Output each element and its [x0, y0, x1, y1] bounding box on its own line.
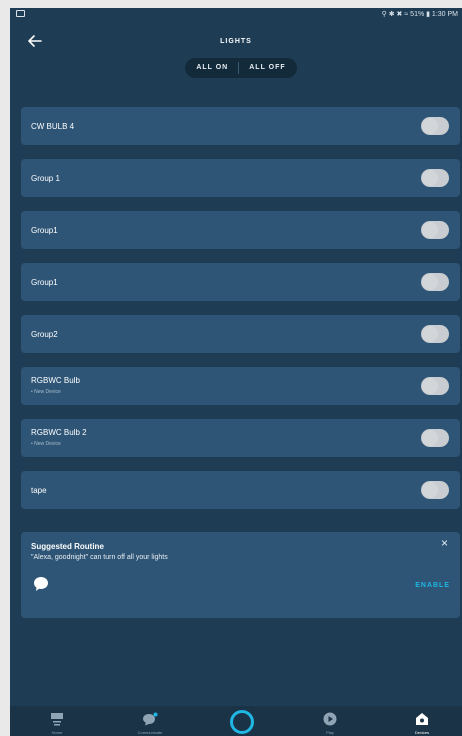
chat-bubble-icon [143, 712, 158, 726]
page-title: LIGHTS [220, 38, 252, 45]
power-toggle[interactable] [421, 273, 449, 291]
power-toggle[interactable] [421, 325, 449, 343]
all-off-button[interactable]: ALL OFF [239, 58, 295, 78]
device-name: Group1 [31, 226, 58, 235]
power-toggle[interactable] [421, 117, 449, 135]
nav-devices[interactable]: Devices [392, 706, 452, 736]
devices-house-icon [416, 713, 428, 725]
nav-label: Home [51, 730, 63, 735]
device-name: CW BULB 4 [31, 122, 75, 131]
status-bar: ⚲ ✱ ✖ ≈ 51% ▮ 1:30 PM [10, 8, 462, 22]
device-row[interactable]: RGBWC Bulb • New Device [21, 367, 460, 405]
bluetooth-icon: ✱ [388, 11, 395, 18]
mute-icon: ✖ [396, 11, 403, 18]
enable-button[interactable]: ENABLE [415, 582, 450, 589]
power-toggle[interactable] [421, 221, 449, 239]
speech-bubble-icon [34, 577, 48, 591]
device-name: tape [31, 486, 47, 495]
power-toggle[interactable] [421, 429, 449, 447]
nav-label: Devices [414, 730, 430, 735]
device-row[interactable]: Group2 [21, 315, 460, 353]
device-name: RGBWC Bulb [31, 376, 80, 385]
device-row[interactable]: Group1 [21, 211, 460, 249]
device-name: RGBWC Bulb 2 [31, 428, 87, 437]
status-right: ⚲ ✱ ✖ ≈ 51% ▮ 1:30 PM [382, 10, 458, 18]
device-name: Group2 [31, 330, 58, 339]
alexa-button[interactable] [230, 710, 254, 734]
location-icon: ⚲ [381, 11, 387, 18]
device-row[interactable]: Group 1 [21, 159, 460, 197]
all-toggle-bar: ALL ON ALL OFF [185, 58, 297, 78]
new-device-label: • New Device [31, 389, 61, 395]
app-screen: ⚲ ✱ ✖ ≈ 51% ▮ 1:30 PM LIGHTS ALL ON ALL … [10, 8, 462, 736]
play-icon [323, 712, 337, 726]
new-device-label: • New Device [31, 441, 61, 447]
nav-home[interactable]: Home [27, 706, 87, 736]
power-toggle[interactable] [421, 169, 449, 187]
suggested-routine-card: Suggested Routine "Alexa, goodnight" can… [21, 532, 460, 618]
all-on-button[interactable]: ALL ON [186, 58, 238, 78]
power-toggle[interactable] [421, 377, 449, 395]
power-toggle[interactable] [421, 481, 449, 499]
status-text: 51% ▮ 1:30 PM [410, 11, 458, 18]
close-icon[interactable]: × [441, 536, 448, 550]
home-list-icon [51, 713, 63, 726]
gallery-icon [16, 10, 25, 17]
bottom-nav: Home Communicate Play Devices [10, 706, 462, 736]
nav-communicate[interactable]: Communicate [120, 706, 180, 736]
wifi-icon: ≈ [404, 11, 409, 18]
device-row[interactable]: RGBWC Bulb 2 • New Device [21, 419, 460, 457]
device-row[interactable]: tape [21, 471, 460, 509]
nav-label: Play [326, 730, 334, 735]
routine-title: Suggested Routine [31, 542, 104, 551]
device-name: Group1 [31, 278, 58, 287]
device-row[interactable]: Group1 [21, 263, 460, 301]
nav-label: Communicate [137, 730, 163, 735]
device-row[interactable]: CW BULB 4 [21, 107, 460, 145]
device-name: Group 1 [31, 174, 60, 183]
nav-play[interactable]: Play [300, 706, 360, 736]
routine-description: "Alexa, goodnight" can turn off all your… [31, 554, 168, 561]
